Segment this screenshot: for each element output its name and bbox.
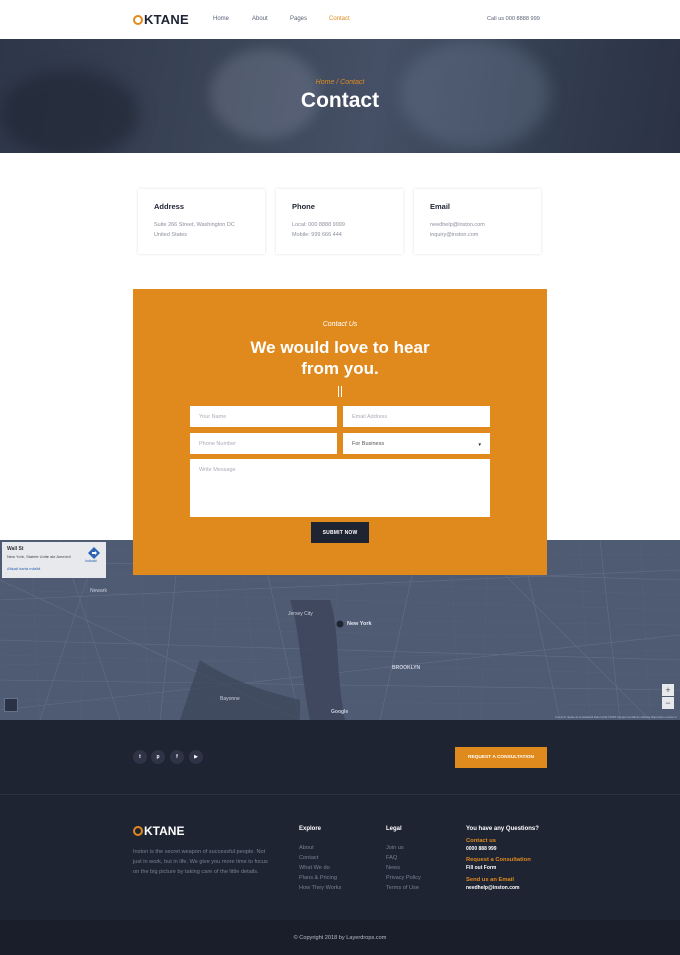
main-nav: Home About Pages Contact — [213, 16, 350, 22]
footer-link-about[interactable]: About — [299, 843, 341, 853]
card-title: Email — [430, 202, 451, 211]
breadcrumb[interactable]: Home / Contact — [0, 79, 680, 86]
call-us-text[interactable]: Call us 000 8888 999 — [487, 16, 540, 22]
email-label: Send us an Email — [466, 877, 514, 883]
footer-link-join[interactable]: Join us — [386, 843, 421, 853]
footer-link-plans[interactable]: Plans & Pricing — [299, 873, 341, 883]
consult-value[interactable]: Fill out Form — [466, 865, 496, 871]
map-label: New York — [347, 621, 372, 627]
pinterest-icon[interactable]: p — [151, 750, 165, 764]
email-value[interactable]: needhelp@inston.com — [466, 885, 520, 891]
section-title-line: from you. — [301, 359, 379, 378]
footer-link-what-we-do[interactable]: What We do — [299, 863, 341, 873]
request-consultation-button[interactable]: REQUEST A CONSULTATION — [455, 747, 547, 768]
legal-links: Join us FAQ News Privacy Policy Terms of… — [386, 843, 421, 893]
contact-form-section: Contact Us We would love to hear from yo… — [133, 289, 547, 575]
select-value: For Business — [352, 440, 385, 447]
card-title: Phone — [292, 202, 315, 211]
inquiry-type-select[interactable]: For Business ▼ — [343, 433, 490, 454]
phone-input[interactable]: Phone Number — [190, 433, 337, 454]
nav-contact[interactable]: Contact — [329, 16, 350, 22]
explore-title: Explore — [299, 826, 322, 832]
nav-about[interactable]: About — [252, 16, 290, 22]
footer-link-news[interactable]: News — [386, 863, 421, 873]
email-input[interactable]: Email Address — [343, 406, 490, 427]
directions-icon[interactable] — [88, 547, 100, 559]
footer-link-privacy[interactable]: Privacy Policy — [386, 873, 421, 883]
map-zoom-in-button[interactable]: + — [662, 684, 674, 696]
nav-home[interactable]: Home — [213, 16, 252, 22]
footer-logo[interactable]: KTANE — [133, 824, 184, 838]
card-line: United States — [154, 232, 188, 238]
copyright-text: © Copyright 2018 by Layerdrops.com — [293, 935, 387, 941]
logo-o-icon — [133, 826, 143, 836]
card-line: Local: 000 8888 9999 — [292, 222, 345, 228]
chevron-down-icon: ▼ — [477, 442, 482, 447]
place-subtitle: New York, Statele Unite ale Americii — [7, 554, 71, 559]
nav-pages[interactable]: Pages — [290, 16, 329, 22]
title-divider — [338, 386, 342, 397]
footer-link-how-it-works[interactable]: How They Works — [299, 883, 341, 893]
site-header: KTANE Home About Pages Contact Call us 0… — [0, 0, 680, 39]
twitter-icon[interactable]: t — [133, 750, 147, 764]
place-title: Wall St — [7, 546, 24, 552]
logo[interactable]: KTANE — [133, 12, 189, 27]
map-label: Jersey City — [288, 611, 313, 617]
footer-about: Inston is the secret weapon of successfu… — [133, 849, 268, 875]
name-input[interactable]: Your Name — [190, 406, 337, 427]
logo-o-icon — [133, 14, 143, 25]
footer-link-terms[interactable]: Terms of Use — [386, 883, 421, 893]
card-line: Suite 266 Street, Washington DC — [154, 222, 235, 228]
youtube-icon[interactable]: ▶ — [189, 750, 203, 764]
footer-divider — [0, 794, 680, 795]
logo-text: KTANE — [144, 12, 189, 27]
card-title: Address — [154, 202, 185, 211]
footer-link-faq[interactable]: FAQ — [386, 853, 421, 863]
message-textarea[interactable]: Write Message — [190, 459, 490, 517]
explore-links: About Contact What We do Plans & Pricing… — [299, 843, 341, 893]
address-card: Address Suite 266 Street, Washington DC … — [138, 189, 265, 254]
questions-title: You have any Questions? — [466, 826, 539, 832]
legal-title: Legal — [386, 826, 402, 832]
card-line: needhelp@inston.com — [430, 222, 485, 228]
contact-label: Contact us — [466, 838, 496, 844]
submit-button[interactable]: SUBMIT NOW — [311, 522, 369, 543]
footer-link-contact[interactable]: Contact — [299, 853, 341, 863]
consult-label: Request a Consultation — [466, 857, 531, 863]
card-line: inquiry@inston.com — [430, 232, 479, 238]
card-line: Mobile: 999 666 444 — [292, 232, 342, 238]
map-label: Newark — [90, 588, 107, 594]
street-view-icon[interactable] — [4, 698, 18, 712]
view-larger-map-link[interactable]: Afișați harta mărită — [7, 566, 40, 571]
section-title-line: We would love to hear — [250, 338, 430, 357]
map-label: Bayonne — [220, 696, 240, 702]
email-card: Email needhelp@inston.com inquiry@inston… — [414, 189, 541, 254]
section-eyebrow: Contact Us — [322, 321, 358, 328]
logo-text: KTANE — [144, 824, 185, 838]
contact-value[interactable]: 0000 888 999 — [466, 846, 497, 852]
google-logo: Google — [331, 709, 349, 715]
facebook-icon[interactable]: f — [170, 750, 184, 764]
section-title: We would love to hear from you. — [133, 337, 547, 379]
map-label: BROOKLYN — [392, 665, 421, 671]
directions-label[interactable]: Indicații — [85, 559, 97, 563]
phone-card: Phone Local: 000 8888 9999 Mobile: 999 6… — [276, 189, 403, 254]
map-place-card: Wall St New York, Statele Unite ale Amer… — [2, 542, 106, 578]
map-zoom-out-button[interactable]: − — [662, 697, 674, 709]
page-title: Contact — [300, 89, 380, 112]
